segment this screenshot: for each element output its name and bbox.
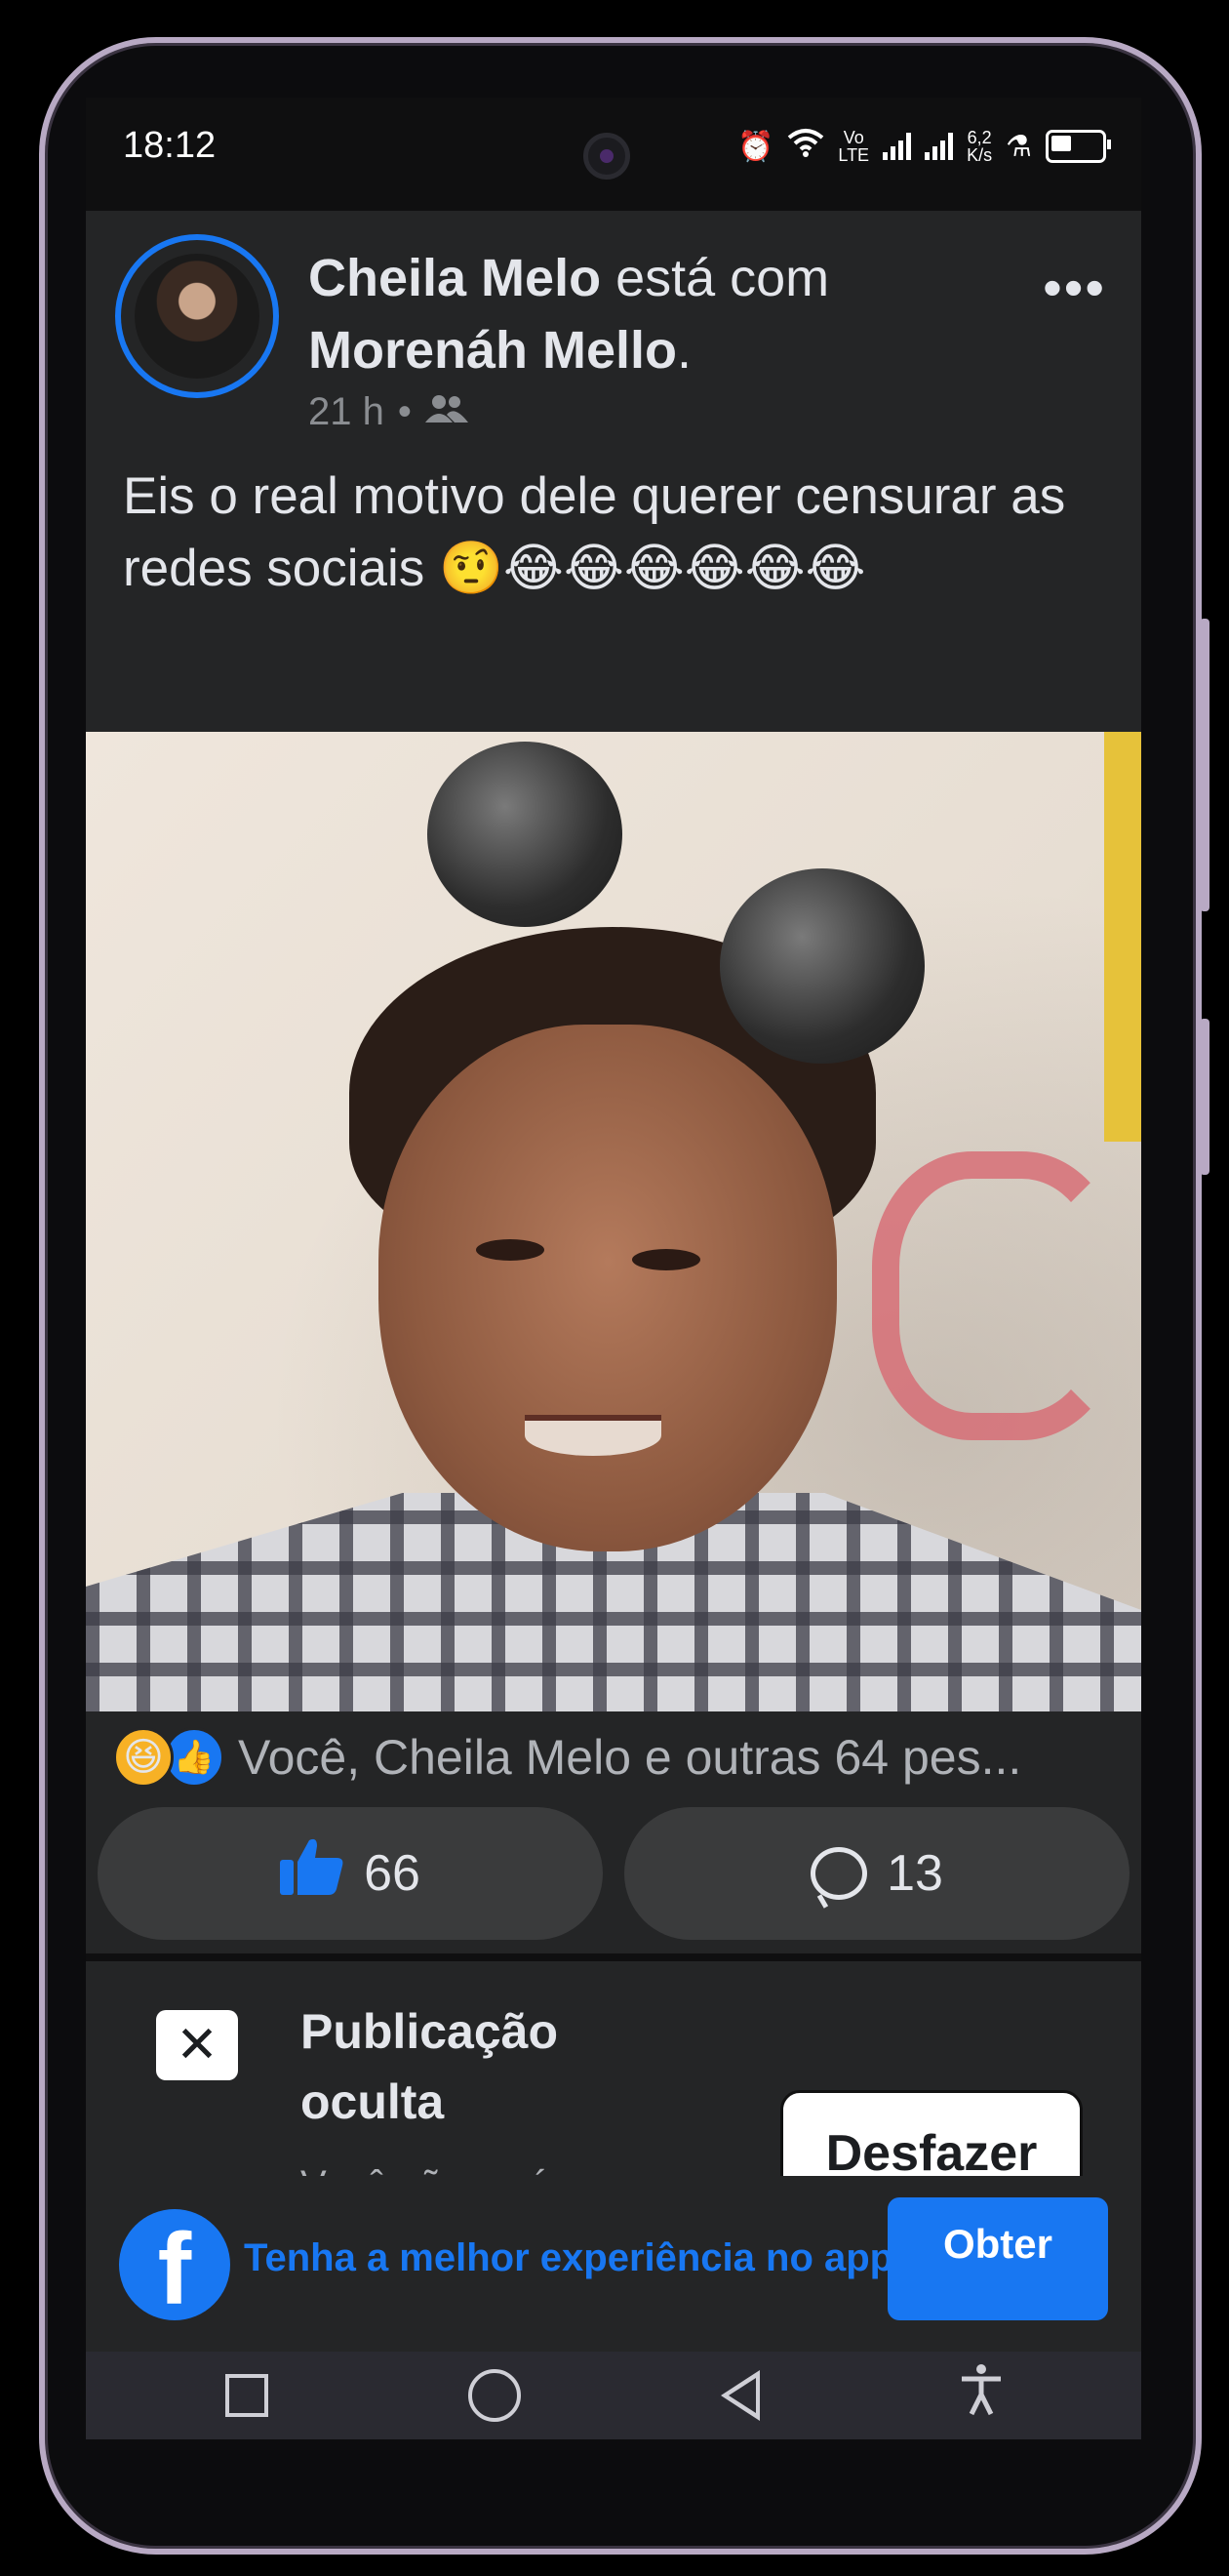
volume-button [1200,619,1209,911]
network-speed: 6,2 K/s [967,129,992,164]
like-count: 66 [364,1845,420,1902]
signal-icon [883,133,912,160]
photo-mouse-ear-right [720,868,925,1064]
comment-icon [811,1847,868,1900]
photo-red-logo [872,1151,1122,1440]
photo-yellow-stripe [1104,732,1141,1142]
android-nav-bar [86,2352,1141,2439]
photo-mouth [525,1415,661,1456]
post-text: Eis o real motivo dele querer censurar a… [123,467,1066,597]
more-dots-icon[interactable]: ••• [1043,261,1106,315]
back-icon[interactable] [720,2370,760,2421]
alarm-icon: ⏰ [737,130,774,163]
status-icons: ⏰ Vo LTE 6,2 K/s ⚗ [737,119,1111,174]
reactions-text: Você, Cheila Melo e outras 64 pes... [238,1730,1022,1785]
wifi-icon [787,128,824,165]
tagged-suffix: . [677,321,693,380]
post-meta: 21 h • [308,390,468,434]
get-app-button[interactable]: Obter [888,2197,1108,2320]
home-icon[interactable] [467,2369,521,2422]
top-divider [86,205,1141,211]
front-camera [583,133,630,180]
post-time[interactable]: 21 h [308,390,384,434]
speed-value: 6,2 [967,128,992,147]
photo-eye-left [476,1239,544,1261]
reactions-summary[interactable]: 😆 👍 Você, Cheila Melo e outras 64 pes... [113,1723,1128,1791]
post-header: Cheila Melo está com Morenáh Mello. [308,242,1011,386]
app-download-banner: f Tenha a melhor experiência no app Obte… [86,2176,1141,2352]
tagged-name[interactable]: Morenáh Mello [308,321,677,380]
photo-mouse-ear-left [427,742,622,927]
facebook-logo-icon: f [119,2209,230,2320]
flask-icon: ⚗ [1006,130,1032,163]
signal-icon-2 [925,133,954,160]
haha-reaction-icon: 😆 [113,1727,174,1788]
thumbs-up-icon [280,1836,344,1912]
close-icon: ✕ [156,2010,238,2080]
author-name[interactable]: Cheila Melo [308,249,601,307]
volte-top-label: Vo [843,128,864,147]
section-divider [86,1953,1141,1961]
banner-text[interactable]: Tenha a melhor experiência no app [244,2236,888,2280]
author-avatar[interactable] [115,234,279,398]
volte-indicator: Vo LTE [838,129,869,164]
screen: 18:12 ⏰ Vo LTE 6,2 K/s ⚗ Cheila Melo est… [86,98,1141,2439]
friends-icon [424,390,468,434]
comment-button[interactable]: 13 [624,1807,1130,1940]
post-photo[interactable] [86,732,1141,1711]
status-time: 18:12 [123,125,217,166]
avatar-image [135,254,259,379]
photo-eye-right [632,1249,700,1270]
volte-bottom-label: LTE [838,145,870,165]
speed-unit: K/s [967,145,993,165]
photo-face [378,1025,837,1551]
comment-count: 13 [887,1845,943,1902]
with-text: está com [615,249,830,307]
like-button[interactable]: 66 [98,1807,603,1940]
recents-icon[interactable] [224,2374,268,2417]
meta-separator: • [397,390,412,433]
hidden-post-title: Publicação oculta [300,2004,558,2129]
battery-icon [1046,130,1111,163]
accessibility-icon[interactable] [960,2363,1003,2429]
status-bar: 18:12 ⏰ Vo LTE 6,2 K/s ⚗ [86,98,1141,205]
power-button [1200,1019,1209,1175]
